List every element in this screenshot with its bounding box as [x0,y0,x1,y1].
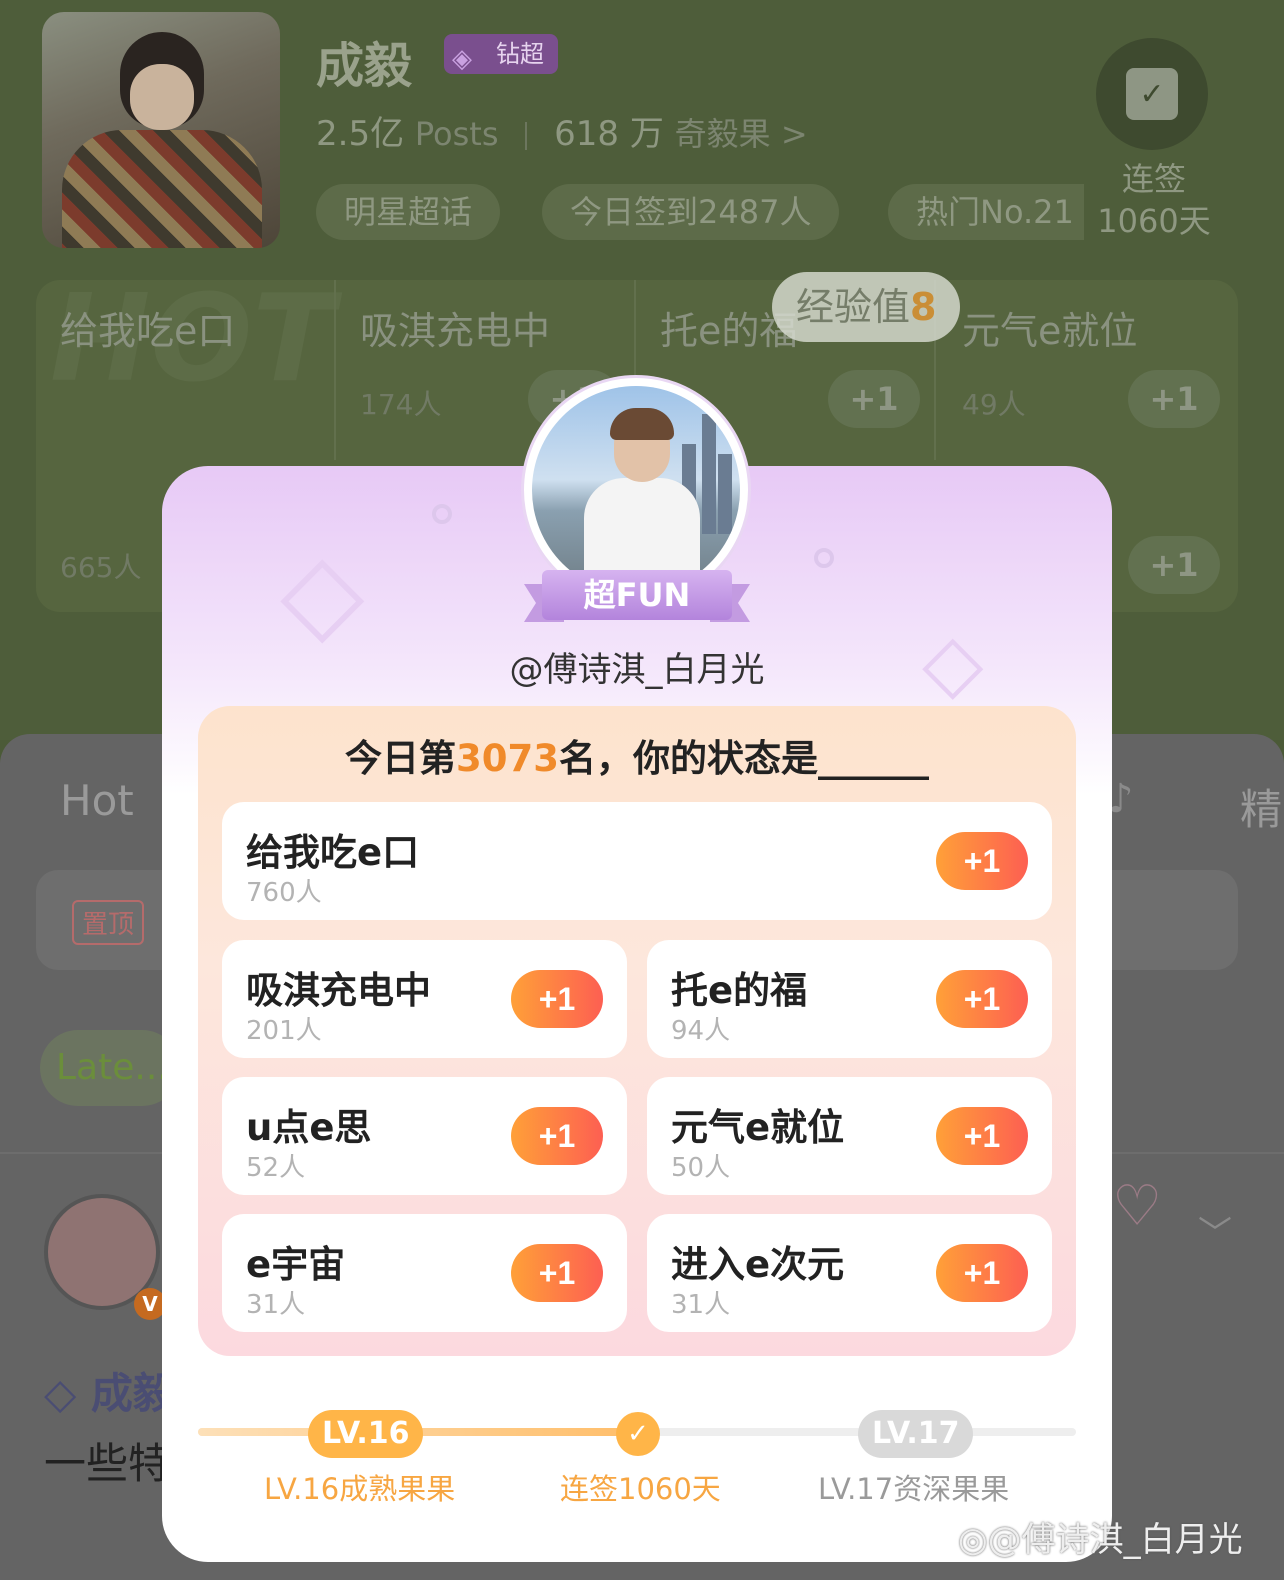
level-next-chip: LV.17 [858,1410,974,1458]
checkin-streak: 连签 1060天 [1097,160,1211,240]
checkin-button[interactable]: ✓ [1096,38,1208,150]
pinned-badge: 置顶 [72,900,145,945]
bg-task-4-plus[interactable]: +1 [1128,370,1220,428]
fan-avatar[interactable] [524,378,748,602]
topic-name: 成毅 [316,38,413,94]
rank-title: 今日第3073名，你的状态是______ [345,737,929,780]
calendar-check-icon: ✓ [1126,68,1178,120]
tag-hot-rank[interactable]: 热门No.21 [888,184,1084,240]
tag-star-topic[interactable]: 明星超话 [316,184,501,240]
heart-decoration-icon: ♡ [1112,1174,1163,1239]
level-next-caption: LV.17资深果果 [818,1472,1010,1506]
posts-label: Posts [414,115,499,153]
topic-cover-image[interactable] [42,12,280,248]
status-options-box: 今日第3073名，你的状态是______ 给我吃e口 760人 +1 吸淇充电中… [198,706,1076,1356]
tab-jing[interactable]: 精 [1240,776,1282,837]
level-current-chip: LV.16 [308,1410,424,1458]
latest-filter[interactable]: Late... [40,1030,180,1106]
plus-one-button[interactable]: +1 [511,970,603,1028]
tab-hot[interactable]: Hot [60,776,134,825]
weibo-logo-icon: ◎ [958,1520,988,1560]
status-checkin-popup: ◇ ◇ @傅诗淇_白月光 今日第3073名，你的状态是______ 给我吃e口 … [162,466,1112,1562]
fan-level-ribbon: 超FUN [524,570,750,624]
bg-task-extra-plus[interactable]: +1 [1128,536,1220,594]
checkin-streak-caption: 连签1060天 [560,1472,721,1506]
bg-task-1-count: 665人 [60,551,142,584]
fans-link[interactable]: 奇毅果 > [675,115,808,153]
fan-username: @傅诗淇_白月光 [509,650,765,690]
posts-count: 2.5亿 [316,114,405,154]
status-option[interactable]: e宇宙 31人 +1 [222,1214,627,1332]
bg-task-3-plus[interactable]: +1 [828,370,920,428]
weibo-watermark: ◎@傅诗淇_白月光 [958,1520,1243,1560]
post-topic-title[interactable]: ◇ 成毅 [44,1360,175,1421]
rank-number: 3073 [456,737,559,780]
exp-tooltip: 经验值8 [772,272,961,342]
diamond-decoration-icon: ◇ [280,528,365,656]
diamond-badge: ◈ 钻超 [444,34,558,74]
plus-one-button[interactable]: +1 [511,1244,603,1302]
chevron-down-icon[interactable]: ﹀ [1198,1206,1232,1255]
fans-count: 618 万 [554,114,664,154]
level-current-caption: LV.16成熟果果 [264,1472,456,1506]
status-option[interactable]: u点e思 52人 +1 [222,1077,627,1195]
plus-one-button[interactable]: +1 [936,1107,1028,1165]
plus-one-button[interactable]: +1 [936,832,1028,890]
post-text: 一些特 [44,1439,171,1488]
status-option[interactable]: 托e的福 94人 +1 [647,940,1052,1058]
plus-one-button[interactable]: +1 [936,970,1028,1028]
status-option[interactable]: 吸淇充电中 201人 +1 [222,940,627,1058]
diamond-icon: ◈ [452,44,472,74]
status-option[interactable]: 给我吃e口 760人 +1 [222,802,1052,920]
topic-stats: 2.5亿 Posts 618 万 奇毅果 > [316,106,808,155]
status-option[interactable]: 进入e次元 31人 +1 [647,1214,1052,1332]
bg-task-1: 给我吃e口 [60,309,236,353]
check-icon: ✓ [616,1412,660,1456]
tag-checkin-today[interactable]: 今日签到2487人 [542,184,840,240]
plus-one-button[interactable]: +1 [936,1244,1028,1302]
plus-one-button[interactable]: +1 [511,1107,603,1165]
stats-divider [525,121,528,150]
status-option[interactable]: 元气e就位 50人 +1 [647,1077,1052,1195]
